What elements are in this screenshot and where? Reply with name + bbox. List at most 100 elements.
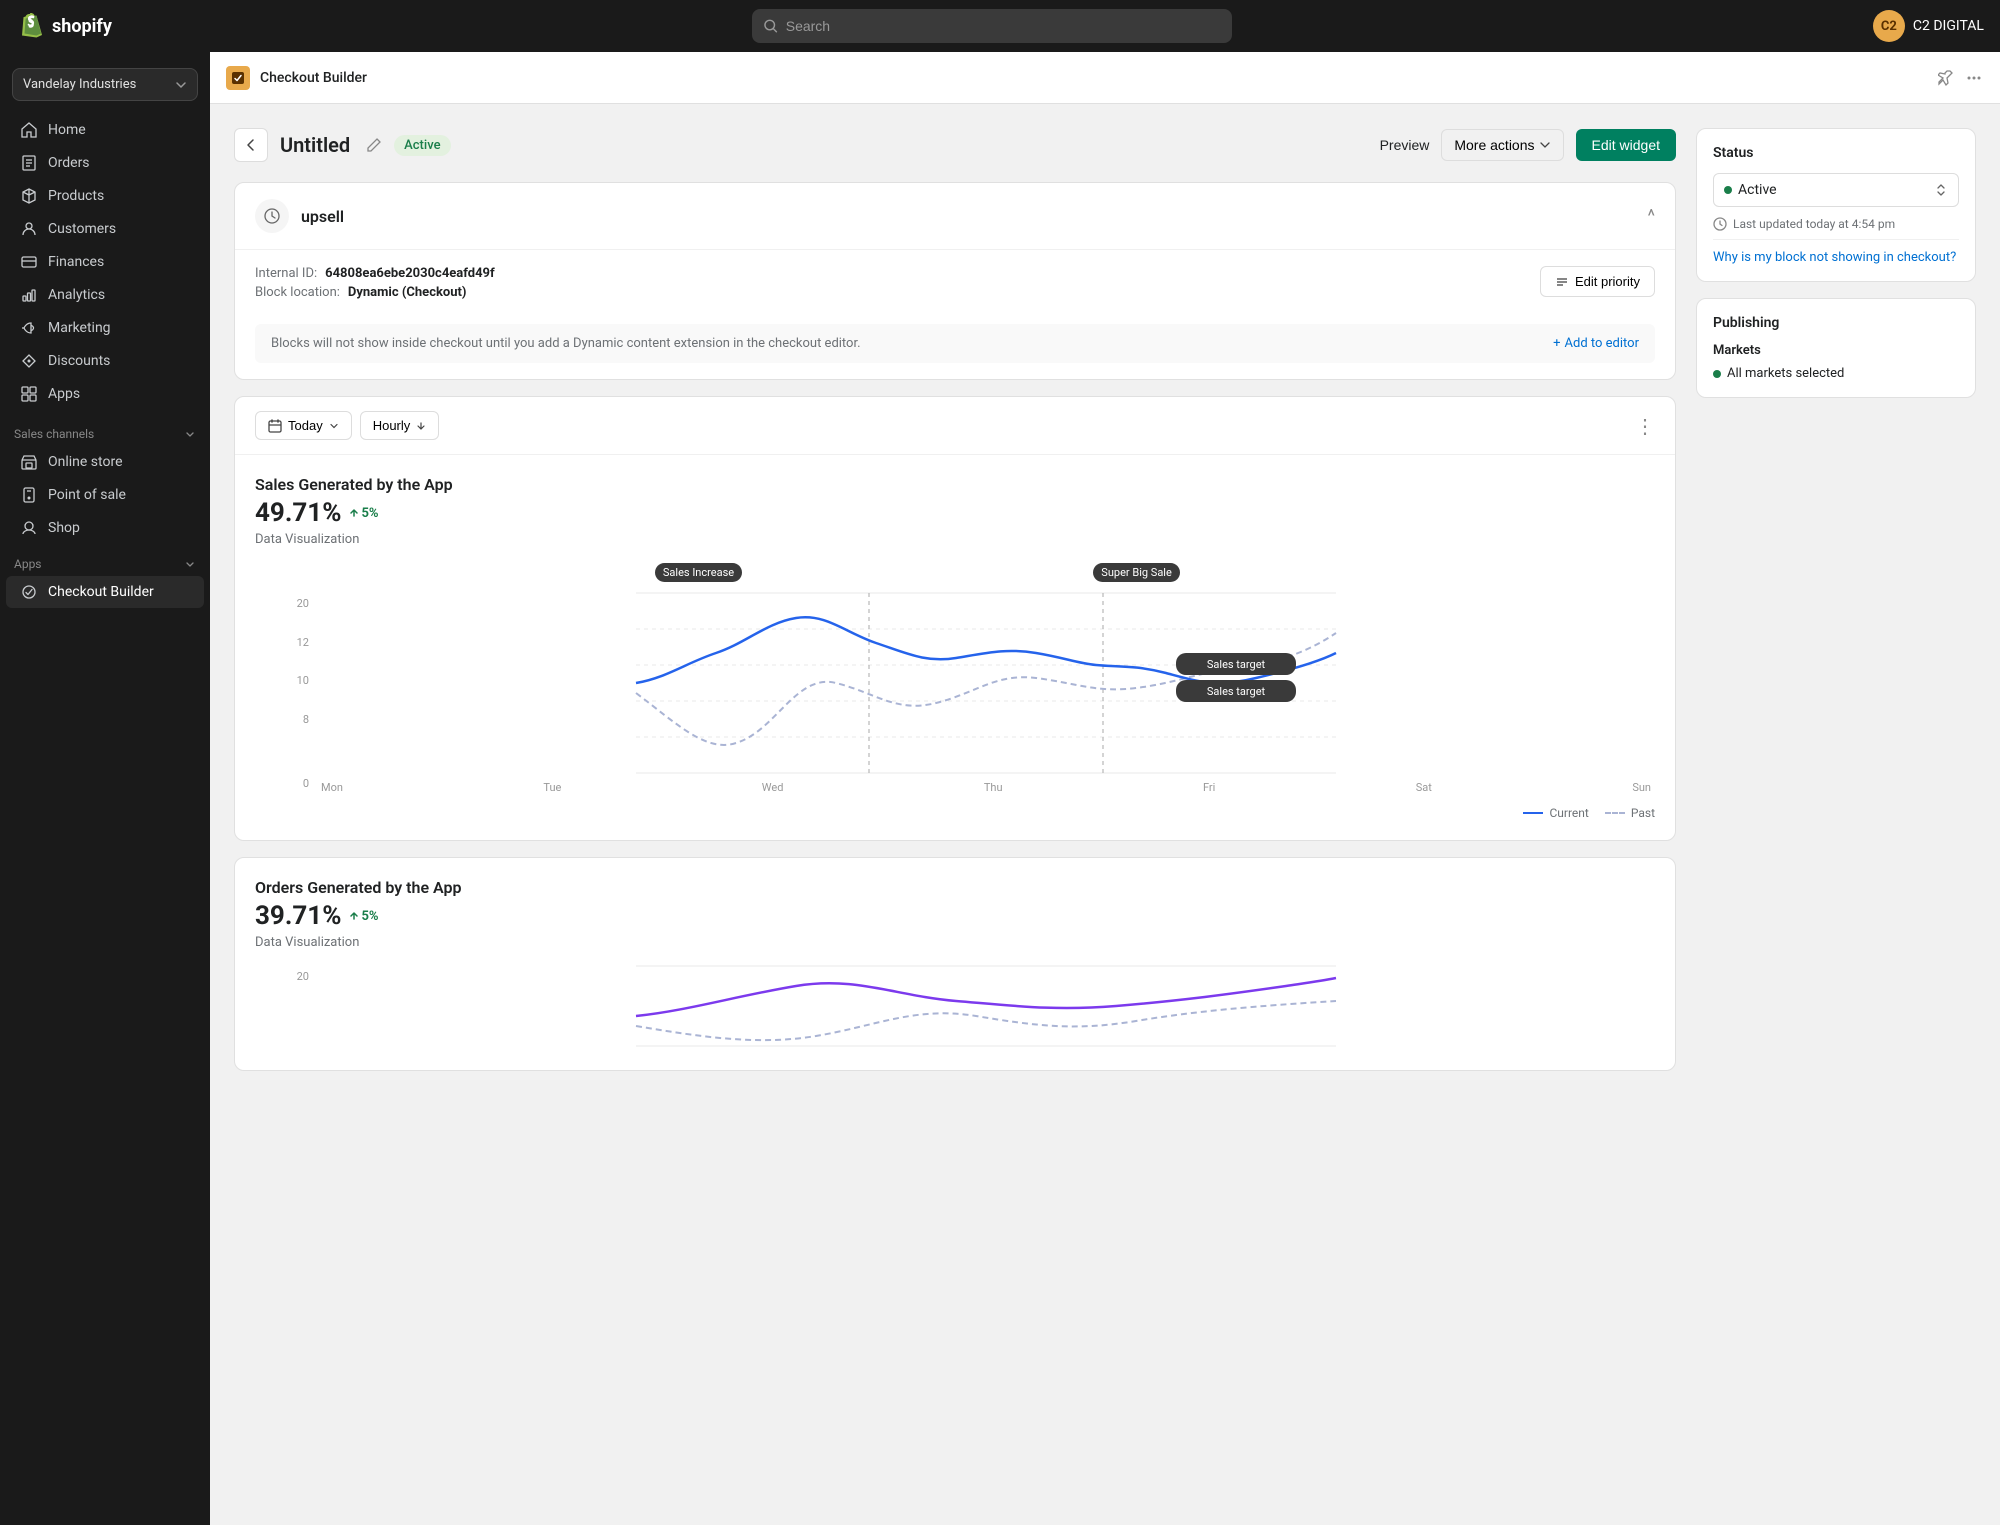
- search-input[interactable]: [786, 18, 1221, 34]
- widget-title: Untitled: [280, 133, 350, 157]
- customers-icon: [20, 220, 38, 238]
- analytics-controls: Today Hourly ⋮: [235, 397, 1675, 455]
- legend-current: Current: [1523, 806, 1588, 820]
- store-selector[interactable]: Vandelay Industries: [12, 68, 198, 101]
- logo-text: shopify: [52, 16, 112, 37]
- add-to-editor-link[interactable]: + Add to editor: [1553, 336, 1639, 351]
- shop-icon: [20, 519, 38, 537]
- status-card: Status Active Last updated today at 4:54…: [1696, 128, 1976, 282]
- chart2-title: Orders Generated by the App: [255, 878, 1655, 897]
- home-icon: [20, 121, 38, 139]
- y-axis-2: 20: [285, 966, 309, 1050]
- more-icon[interactable]: [1964, 68, 1984, 88]
- back-button[interactable]: [234, 128, 268, 162]
- chart1-change: 5%: [349, 506, 378, 521]
- widget-header: Untitled Active Preview More actions Edi…: [234, 128, 1676, 162]
- past-line-icon: [1605, 812, 1625, 814]
- sidebar-item-label: Marketing: [48, 320, 111, 336]
- avatar: C2: [1873, 10, 1905, 42]
- up-arrow-icon: [349, 508, 359, 518]
- updown-icon: [416, 421, 426, 431]
- block-location-value: Dynamic (Checkout): [348, 285, 467, 300]
- apps-header: Apps: [0, 545, 210, 575]
- orders-icon: [20, 154, 38, 172]
- chart1-container: Sales Generated by the App 49.71% 5% Dat…: [235, 455, 1675, 840]
- user-name: C2 DIGITAL: [1913, 18, 1984, 34]
- sidebar-item-apps[interactable]: Apps: [6, 378, 204, 410]
- user-menu[interactable]: C2 C2 DIGITAL: [1873, 10, 1984, 42]
- sidebar-item-label: Analytics: [48, 287, 105, 303]
- status-badge: Active: [394, 135, 450, 156]
- products-icon: [20, 187, 38, 205]
- shopify-logo-link[interactable]: shopify: [16, 11, 112, 41]
- status-select[interactable]: Active: [1713, 173, 1959, 207]
- chevron-updown-icon: [1934, 183, 1948, 197]
- why-link[interactable]: Why is my block not showing in checkout?: [1713, 250, 1959, 265]
- chart2-inner: [317, 966, 1655, 1050]
- clock-icon: [1713, 217, 1727, 231]
- sidebar-item-orders[interactable]: Orders: [6, 147, 204, 179]
- top-navigation: shopify C2 C2 DIGITAL: [0, 0, 2000, 52]
- chart2-subtitle: Data Visualization: [255, 935, 1655, 950]
- expand-icon: [184, 428, 196, 440]
- sidebar-item-point-of-sale[interactable]: Point of sale: [6, 479, 204, 511]
- sales-channels-header: Sales channels: [0, 415, 210, 445]
- sidebar-item-label: Point of sale: [48, 487, 126, 503]
- edit-widget-button[interactable]: Edit widget: [1576, 129, 1676, 161]
- sidebar-item-customers[interactable]: Customers: [6, 213, 204, 245]
- store-icon: [20, 453, 38, 471]
- market-item: All markets selected: [1713, 366, 1959, 381]
- block-info: Internal ID: 64808ea6ebe2030c4eafd49f Bl…: [235, 250, 1675, 312]
- edit-title-icon[interactable]: [366, 137, 382, 153]
- chart-inner: Sales target Sales target Mon Tue Wed: [317, 593, 1655, 794]
- sidebar-item-checkout-builder[interactable]: Checkout Builder: [6, 576, 204, 608]
- sidebar-item-label: Shop: [48, 520, 80, 536]
- sidebar-item-shop[interactable]: Shop: [6, 512, 204, 544]
- more-actions-button[interactable]: More actions: [1441, 129, 1563, 161]
- sidebar-item-marketing[interactable]: Marketing: [6, 312, 204, 344]
- main-content: Checkout Builder Untitled Active Previ: [210, 52, 2000, 1525]
- chart2-value: 39.71% 5%: [255, 901, 1655, 931]
- line-chart2-svg: [317, 966, 1655, 1046]
- page-main: Untitled Active Preview More actions Edi…: [234, 128, 1676, 1087]
- chart1-value: 49.71% 5%: [255, 498, 1655, 528]
- publishing-title: Publishing: [1713, 315, 1959, 331]
- sidebar-item-label: Finances: [48, 254, 104, 270]
- block-card: upsell ^ Internal ID: 64808ea6ebe2030c4e…: [234, 182, 1676, 380]
- sidebar-item-label: Orders: [48, 155, 90, 171]
- checkout-builder-icon: [20, 583, 38, 601]
- more-options-button[interactable]: ⋮: [1635, 414, 1655, 438]
- publishing-card: Publishing Markets All markets selected: [1696, 298, 1976, 398]
- analytics-icon: [20, 286, 38, 304]
- internal-id-row: Internal ID: 64808ea6ebe2030c4eafd49f: [255, 266, 495, 281]
- discounts-icon: [20, 352, 38, 370]
- sidebar-item-online-store[interactable]: Online store: [6, 446, 204, 478]
- collapse-icon[interactable]: ^: [1647, 206, 1655, 227]
- edit-priority-button[interactable]: Edit priority: [1540, 266, 1655, 297]
- date-filter-button[interactable]: Today: [255, 411, 352, 440]
- pin-icon[interactable]: [1938, 69, 1956, 87]
- status-dot: [1724, 186, 1732, 194]
- chart-tooltips: Sales Increase Super Big Sale: [285, 563, 1655, 593]
- sort-icon: [1555, 275, 1569, 289]
- sidebar-item-analytics[interactable]: Analytics: [6, 279, 204, 311]
- apps-icon: [20, 385, 38, 403]
- search-box[interactable]: [752, 9, 1232, 43]
- sidebar-item-discounts[interactable]: Discounts: [6, 345, 204, 377]
- preview-button[interactable]: Preview: [1380, 137, 1430, 153]
- sidebar-item-finances[interactable]: Finances: [6, 246, 204, 278]
- interval-filter-button[interactable]: Hourly: [360, 411, 440, 440]
- sidebar-item-products[interactable]: Products: [6, 180, 204, 212]
- chart-legend: Current Past: [285, 806, 1655, 820]
- page-content: Untitled Active Preview More actions Edi…: [210, 104, 2000, 1111]
- widget-header-actions: Preview More actions Edit widget: [1380, 129, 1676, 161]
- sidebar: Vandelay Industries Home Orders Prod: [0, 52, 210, 1525]
- analytics-card-1: Today Hourly ⋮ Sales Generated by the Ap…: [234, 396, 1676, 841]
- line-chart-svg: Sales target Sales target: [317, 593, 1655, 773]
- calendar-icon: [268, 419, 282, 433]
- up-arrow-icon: [349, 911, 359, 921]
- right-sidebar: Status Active Last updated today at 4:54…: [1696, 128, 1976, 1087]
- sidebar-item-home[interactable]: Home: [6, 114, 204, 146]
- sidebar-item-label: Online store: [48, 454, 123, 470]
- chart1-title: Sales Generated by the App: [255, 475, 1655, 494]
